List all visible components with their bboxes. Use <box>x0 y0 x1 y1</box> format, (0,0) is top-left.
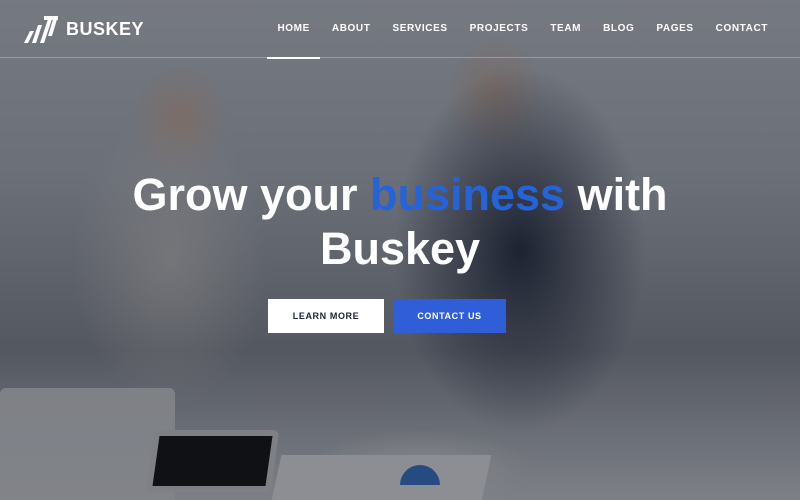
nav-item-contact[interactable]: CONTACT <box>716 0 768 58</box>
nav-item-about[interactable]: ABOUT <box>332 0 371 58</box>
hero-content: Grow your business with Buskey <box>0 168 800 276</box>
hero-title-part-2: with <box>565 169 668 220</box>
brand-name: BUSKEY <box>66 18 145 39</box>
nav-item-blog[interactable]: BLOG <box>603 0 634 58</box>
hero-title: Grow your business with Buskey <box>0 168 800 276</box>
hero-title-accent: business <box>369 169 566 220</box>
brand-logo[interactable]: BUSKEY <box>22 14 144 44</box>
nav-item-team[interactable]: TEAM <box>550 0 581 58</box>
nav-item-projects[interactable]: PROJECTS <box>470 0 529 58</box>
learn-more-button[interactable]: LEARN MORE <box>268 299 384 333</box>
nav-item-services[interactable]: SERVICES <box>392 0 447 58</box>
navbar: BUSKEY HOME ABOUT SERVICES PROJECTS TEAM BLOG… <box>0 0 800 59</box>
hero-actions: LEARN MORE CONTACT US <box>268 299 506 333</box>
nav-item-pages[interactable]: PAGES <box>656 0 693 58</box>
logo-icon <box>24 16 58 43</box>
hero-title-line-1: Grow your business with <box>0 168 800 222</box>
hero-section: BUSKEY HOME ABOUT SERVICES PROJECTS TEAM BLOG… <box>0 0 800 500</box>
nav-item-home[interactable]: HOME <box>267 0 321 59</box>
hero-title-part-1: Grow your <box>132 169 370 220</box>
hero-title-line-2: Buskey <box>319 223 481 274</box>
contact-us-button[interactable]: CONTACT US <box>393 299 506 333</box>
main-nav: HOME ABOUT SERVICES PROJECTS TEAM BLOG PAGES CO… <box>255 0 768 59</box>
